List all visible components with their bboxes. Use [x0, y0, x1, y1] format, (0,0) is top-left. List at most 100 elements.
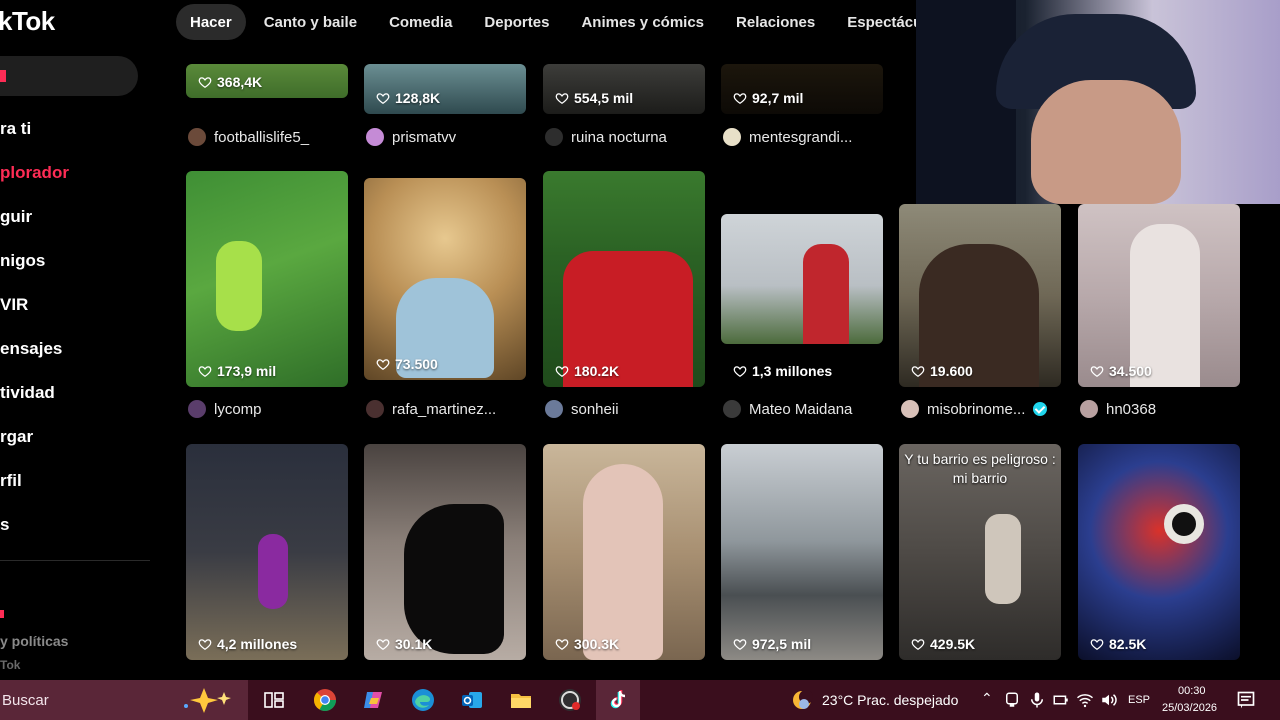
video-card[interactable]: 4,2 millones [186, 444, 348, 660]
search-cursor [0, 70, 6, 82]
category-chip-canto-y-baile[interactable]: Canto y baile [250, 4, 371, 40]
avatar [366, 400, 384, 418]
author-link[interactable]: hn0368 [1080, 399, 1240, 419]
barney-figure [258, 534, 288, 609]
category-chip-comedia[interactable]: Comedia [375, 4, 466, 40]
video-card[interactable]: 173,9 mil [186, 171, 348, 387]
sidebar-item-following[interactable]: guir [0, 207, 32, 227]
avatar [901, 400, 919, 418]
like-count: 554,5 mil [555, 90, 633, 106]
author-link[interactable]: mentesgrandi... [723, 127, 883, 147]
notification-icon[interactable] [1236, 690, 1256, 710]
avatar [545, 400, 563, 418]
video-card[interactable]: 180.2K [543, 171, 705, 387]
video-caption-overlay: Y tu barrio es peligroso : mi barrio [904, 451, 1056, 486]
sidebar-divider [0, 560, 150, 561]
heart-icon [198, 639, 212, 651]
video-card[interactable]: 73.500 [364, 178, 526, 380]
heart-icon [1090, 639, 1104, 651]
sidebar-search-input[interactable] [0, 56, 138, 96]
clock-date[interactable]: 25/03/2026 [1162, 702, 1217, 714]
avatar [723, 400, 741, 418]
microphone-icon[interactable] [1028, 691, 1046, 709]
chevron-up-icon[interactable]: ⌃ [981, 690, 993, 707]
like-count: 92,7 mil [733, 90, 803, 106]
author-link[interactable]: sonheii [545, 399, 705, 419]
weather-text[interactable]: 23°C Prac. despejado [822, 692, 958, 708]
heart-icon [733, 93, 747, 105]
video-card[interactable]: 368,4K [186, 64, 348, 98]
author-link[interactable]: footballislife5_ [188, 127, 348, 147]
eye-figure [1164, 504, 1204, 544]
webcam-tray-icon[interactable] [1003, 691, 1021, 709]
sidebar-item-upload[interactable]: rgar [0, 427, 33, 447]
wifi-icon[interactable] [1076, 691, 1094, 709]
heart-icon [1090, 366, 1104, 378]
sidebar-item-messages[interactable]: ensajes [0, 339, 62, 359]
sidebar-item-profile[interactable]: rfil [0, 471, 22, 491]
language-indicator[interactable]: ESP [1128, 694, 1150, 706]
sidebar-item-explore[interactable]: plorador [0, 163, 69, 183]
outlook-icon[interactable] [460, 688, 484, 712]
obs-icon[interactable] [558, 688, 582, 712]
child-figure [803, 244, 849, 344]
video-card[interactable]: Y tu barrio es peligroso : mi barrio 429… [899, 444, 1061, 660]
author-link[interactable]: prismatvv [366, 127, 526, 147]
footer-policies-link[interactable]: y políticas [0, 633, 68, 649]
video-card[interactable]: 300.3K [543, 444, 705, 660]
tiktok-icon[interactable] [606, 688, 630, 712]
video-card[interactable]: 92,7 mil [721, 64, 883, 114]
chrome-icon[interactable] [313, 688, 337, 712]
video-card[interactable]: 972,5 mil [721, 444, 883, 660]
file-explorer-icon[interactable] [509, 688, 533, 712]
heart-icon [376, 93, 390, 105]
sidebar-item-friends[interactable]: nigos [0, 251, 45, 271]
category-chip-hacer[interactable]: Hacer [176, 4, 246, 40]
video-card[interactable]: 554,5 mil [543, 64, 705, 114]
video-card[interactable]: 34.500 [1078, 204, 1240, 387]
heart-icon [555, 93, 569, 105]
taskbar-search-placeholder: Buscar [2, 691, 49, 709]
like-count: 1,3 millones [733, 363, 832, 379]
heart-icon [733, 639, 747, 651]
video-card[interactable]: 82.5K [1078, 444, 1240, 660]
sidebar-item-for-you[interactable]: ra ti [0, 119, 31, 139]
author-link[interactable]: misobrinome... [901, 399, 1071, 419]
author-link[interactable]: ruina nocturna [545, 127, 705, 147]
like-count: 82.5K [1090, 636, 1146, 652]
sidebar-footer-marker [0, 610, 4, 618]
like-count: 368,4K [198, 74, 262, 90]
video-card-footer[interactable]: 1,3 millones [721, 344, 883, 387]
edge-icon[interactable] [411, 688, 435, 712]
heart-icon [555, 639, 569, 651]
webcam-face [1031, 80, 1181, 204]
avatar [366, 128, 384, 146]
volume-icon[interactable] [1100, 691, 1118, 709]
sidebar-item-live[interactable]: VIR [0, 295, 28, 315]
author-link[interactable]: lycomp [188, 399, 348, 419]
video-card[interactable]: 19.600 [899, 204, 1061, 387]
heart-icon [198, 77, 212, 89]
weather-moon-icon [793, 690, 813, 709]
silhouette-figure [404, 504, 504, 654]
like-count: 972,5 mil [733, 636, 811, 652]
video-card[interactable] [721, 214, 883, 344]
author-link[interactable]: Mateo Maidana [723, 399, 883, 419]
category-chip-relaciones[interactable]: Relaciones [722, 4, 829, 40]
tiktok-logo[interactable]: kTok [0, 6, 55, 37]
category-chip-deportes[interactable]: Deportes [470, 4, 563, 40]
sidebar-item-activity[interactable]: tividad [0, 383, 55, 403]
task-view-icon[interactable] [262, 688, 286, 712]
copilot-icon[interactable] [362, 688, 386, 712]
battery-plug-icon[interactable] [1052, 691, 1070, 709]
avatar [188, 128, 206, 146]
taskbar-search-box[interactable]: Buscar [0, 680, 248, 720]
video-card[interactable]: 30.1K [364, 444, 526, 660]
clock-time[interactable]: 00:30 [1178, 685, 1206, 697]
like-count: 4,2 millones [198, 636, 297, 652]
sidebar-item-more[interactable]: s [0, 515, 9, 535]
category-chip-animes[interactable]: Animes y cómics [567, 4, 718, 40]
author-link[interactable]: rafa_martinez... [366, 399, 526, 419]
like-count: 173,9 mil [198, 363, 276, 379]
video-card[interactable]: 128,8K [364, 64, 526, 114]
